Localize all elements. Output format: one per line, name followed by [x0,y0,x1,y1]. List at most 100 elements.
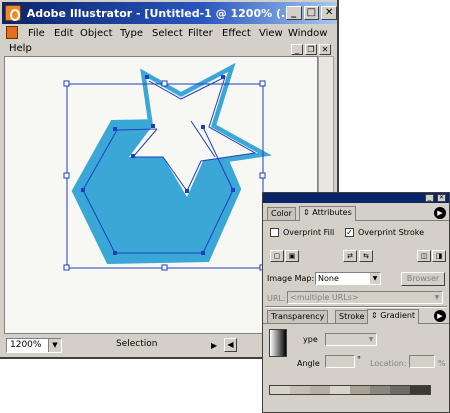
hide-center-button[interactable]: ▣ [285,250,299,262]
location-field[interactable] [409,355,435,368]
overprint-fill-label: Overprint Fill [283,228,335,237]
location-label: Location: [370,359,407,368]
menu-edit[interactable]: Edit [54,28,73,39]
scroll-left-icon[interactable]: ◀ [224,338,237,352]
handle[interactable] [63,172,70,179]
title-bar[interactable]: Adobe Illustrator - [Untitled-1 @ 1200% … [2,2,337,24]
dropdown-arrow-icon: ▼ [366,334,376,345]
zoom-field[interactable]: 1200% ▼ [6,338,62,353]
angle-field[interactable] [325,355,355,368]
nonzero-winding-button[interactable]: ◫ [417,250,431,262]
gradient-slider[interactable] [269,385,431,395]
menu-window[interactable]: Window [288,28,327,39]
panel-menu-icon[interactable]: ▶ [434,207,446,219]
tab-attributes-label: Attributes [312,208,352,217]
tab-transparency[interactable]: Transparency [267,310,329,323]
zoom-dropdown-icon[interactable]: ▼ [48,339,61,352]
url-select[interactable]: <multiple URLs> ▼ [287,291,443,304]
anchor [201,125,205,129]
gradient-bar-segment [390,386,410,394]
gradient-bar-segment [410,386,430,394]
close-button[interactable]: ✕ [321,6,337,20]
tab-stroke[interactable]: Stroke [335,310,369,323]
panel-title-bar[interactable]: _ ✕ [263,193,449,203]
gradient-bar-segment [330,386,350,394]
menu-select[interactable]: Select [152,28,183,39]
reverse-path-button[interactable]: ⇄ [343,250,357,262]
angle-label: Angle [297,359,320,368]
zoom-value: 1200% [10,340,42,350]
location-percent-symbol: % [438,359,446,368]
handle[interactable] [259,80,266,87]
anchor [145,75,149,79]
panel-tabs-bottom: Transparency Stroke ⇕ Gradient ▶ [263,308,449,324]
image-map-label: Image Map: [267,274,315,283]
tab-arrows-icon: ⇕ [371,311,381,320]
doc-close-button[interactable]: ✕ [319,44,331,55]
doc-restore-button[interactable]: ❐ [305,44,317,55]
gradient-bar-segment [350,386,370,394]
gradient-bar-segment [370,386,390,394]
gradient-panel-menu-icon[interactable]: ▶ [434,310,446,322]
image-map-select[interactable]: None ▼ [315,272,381,285]
url-value: <multiple URLs> [290,293,359,302]
url-label: URL: [267,294,286,303]
anchor [113,127,117,131]
handle[interactable] [63,264,70,271]
anchor [231,188,235,192]
gradient-bar-segment [270,386,290,394]
show-center-button[interactable]: ▢ [270,250,284,262]
overprint-stroke-checkbox[interactable]: ✓ [345,228,354,237]
image-map-value: None [318,274,339,283]
menu-filter[interactable]: Filter [188,28,213,39]
panel-minimize-button[interactable]: _ [425,194,434,202]
window-title: Adobe Illustrator - [Untitled-1 @ 1200% … [26,6,284,20]
anchor [221,75,225,79]
anchor [185,189,189,193]
handle[interactable] [63,80,70,87]
menu-bar: File Edit Object Type Select Filter Effe… [4,25,335,55]
anchor [131,154,135,158]
menu-object[interactable]: Object [80,28,113,39]
gradient-swatch[interactable] [269,329,287,357]
tab-arrows-icon: ⇕ [303,208,313,217]
minimize-button[interactable]: _ [285,6,302,20]
handle[interactable] [161,80,168,87]
menu-effect[interactable]: Effect [222,28,251,39]
even-odd-button[interactable]: ◨ [432,250,446,262]
gradient-type-label: ype [303,335,318,344]
tab-gradient[interactable]: ⇕ Gradient [367,309,420,324]
status-menu-arrow-icon[interactable]: ▶ [211,341,217,350]
attributes-panel: _ ✕ Color ⇕ Attributes ▶ Overprint Fill … [262,192,450,413]
panel-close-button[interactable]: ✕ [437,194,446,202]
menu-help[interactable]: Help [9,43,32,54]
panel-tabs-top: Color ⇕ Attributes ▶ [263,205,449,221]
dropdown-arrow-icon: ▼ [370,273,380,284]
doc-minimize-button[interactable]: _ [291,44,303,55]
menu-type[interactable]: Type [120,28,143,39]
menu-file[interactable]: File [28,28,45,39]
gradient-type-select[interactable]: ▼ [325,333,377,346]
anchor [201,251,205,255]
reverse-path-alt-button[interactable]: ⇆ [359,250,373,262]
anchor [151,124,155,128]
menu-view[interactable]: View [259,28,283,39]
dropdown-arrow-icon: ▼ [432,292,442,303]
overprint-stroke-label: Overprint Stroke [358,228,425,237]
gradient-bar-segment [310,386,330,394]
gradient-bar-segment [290,386,310,394]
handle[interactable] [161,264,168,271]
anchor [113,251,117,255]
browser-button[interactable]: Browser [401,272,445,286]
tab-attributes[interactable]: ⇕ Attributes [299,206,356,221]
tab-color[interactable]: Color [267,207,296,220]
document-controls: _ ❐ ✕ [291,44,331,55]
angle-degree-symbol: ° [357,355,361,364]
status-tool: Selection [116,339,158,349]
tab-gradient-label: Gradient [380,311,416,320]
overprint-fill-checkbox[interactable] [270,228,279,237]
anchor [81,188,85,192]
maximize-button[interactable]: □ [303,6,320,20]
illustrator-app-icon[interactable] [5,5,21,21]
handle[interactable] [259,172,266,179]
